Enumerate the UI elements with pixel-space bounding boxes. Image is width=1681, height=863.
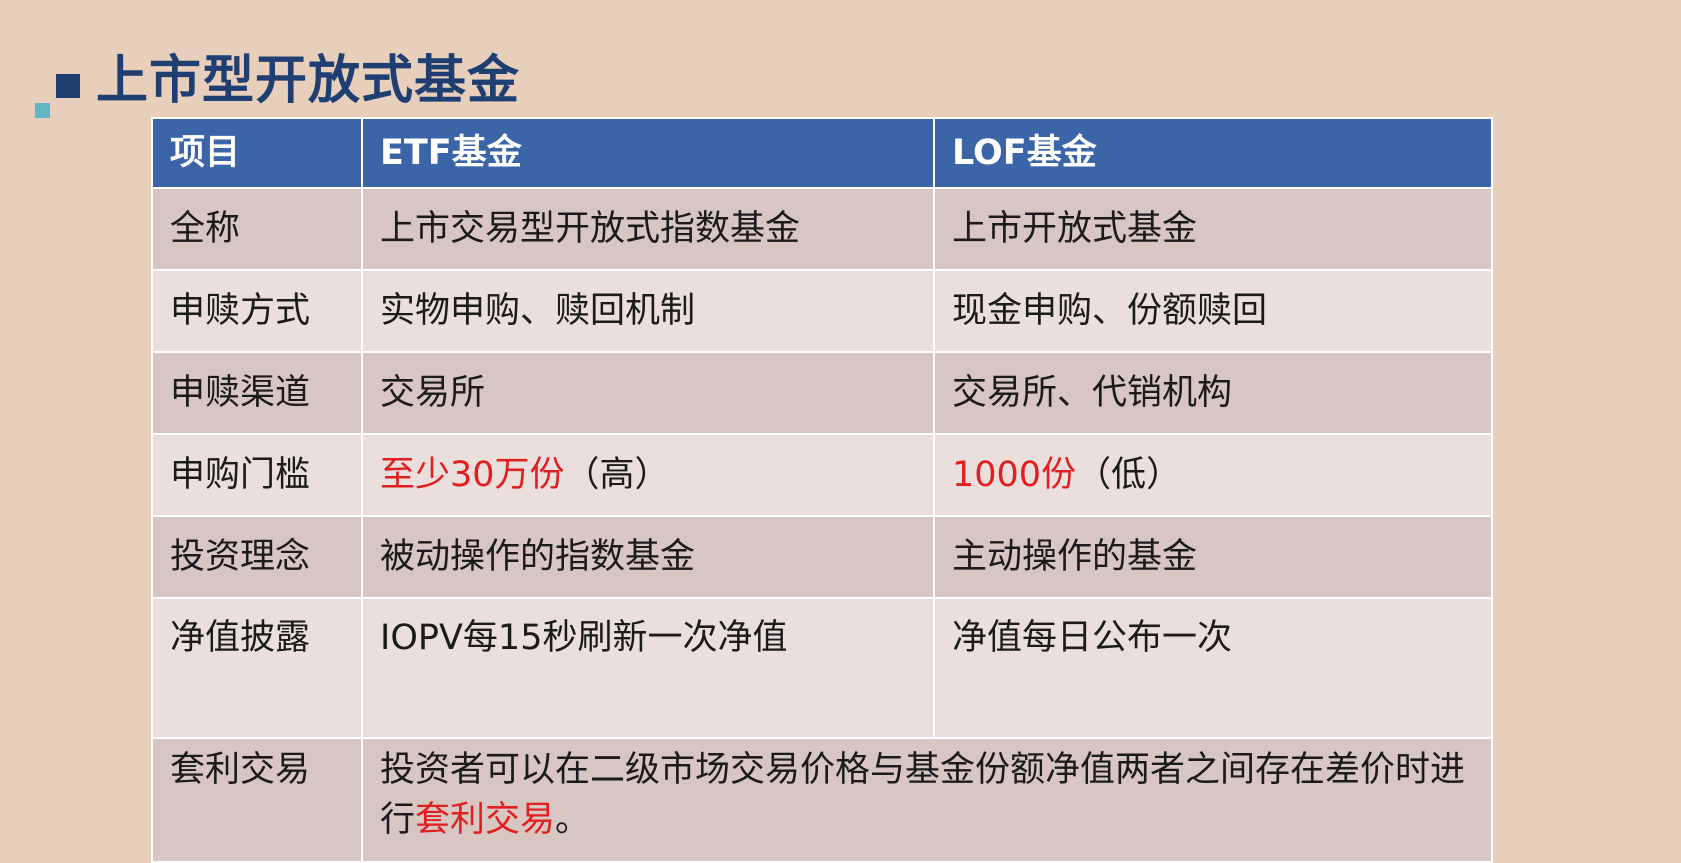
- lof-cell: 主动操作的基金: [933, 515, 1493, 599]
- table-row: 全称 上市交易型开放式指数基金 上市开放式基金: [151, 187, 1493, 271]
- comparison-table: 项目 ETF基金 LOF基金 全称 上市交易型开放式指数基金 上市开放式基金 申…: [151, 117, 1493, 863]
- lof-cell: 交易所、代销机构: [933, 351, 1493, 435]
- lof-threshold-note: （低）: [1076, 455, 1182, 495]
- table-row: 套利交易 投资者可以在二级市场交易价格与基金份额净值两者之间存在差价时进行套利交…: [151, 737, 1493, 863]
- arbitrage-description: 投资者可以在二级市场交易价格与基金份额净值两者之间存在差价时进行套利交易。: [361, 737, 1493, 863]
- etf-cell: 实物申购、赎回机制: [361, 269, 935, 353]
- lof-cell: 现金申购、份额赎回: [933, 269, 1493, 353]
- etf-cell: 被动操作的指数基金: [361, 515, 935, 599]
- header-item: 项目: [151, 117, 363, 189]
- decorative-square-dark: [56, 74, 80, 98]
- etf-cell: IOPV每15秒刷新一次净值: [361, 597, 935, 739]
- row-label: 套利交易: [151, 737, 363, 863]
- table-row: 净值披露 IOPV每15秒刷新一次净值 净值每日公布一次: [151, 597, 1493, 739]
- lof-cell: 净值每日公布一次: [933, 597, 1493, 739]
- row-label: 净值披露: [151, 597, 363, 739]
- etf-cell: 交易所: [361, 351, 935, 435]
- arbitrage-highlight: 套利交易: [415, 800, 556, 840]
- lof-cell: 上市开放式基金: [933, 187, 1493, 271]
- table-row: 申赎方式 实物申购、赎回机制 现金申购、份额赎回: [151, 269, 1493, 353]
- etf-cell: 至少30万份（高）: [361, 433, 935, 517]
- header-etf: ETF基金: [361, 117, 935, 189]
- lof-cell: 1000份（低）: [933, 433, 1493, 517]
- row-label: 申赎方式: [151, 269, 363, 353]
- row-label: 投资理念: [151, 515, 363, 599]
- row-label: 申购门槛: [151, 433, 363, 517]
- header-lof: LOF基金: [933, 117, 1493, 189]
- lof-threshold-highlight: 1000份: [952, 455, 1077, 495]
- etf-cell: 上市交易型开放式指数基金: [361, 187, 935, 271]
- table-row: 投资理念 被动操作的指数基金 主动操作的基金: [151, 515, 1493, 599]
- page-title: 上市型开放式基金: [96, 50, 521, 111]
- table-row: 申赎渠道 交易所 交易所、代销机构: [151, 351, 1493, 435]
- etf-threshold-note: （高）: [564, 455, 670, 495]
- decorative-square-light: [35, 103, 50, 118]
- table-row: 申购门槛 至少30万份（高） 1000份（低）: [151, 433, 1493, 517]
- table-header-row: 项目 ETF基金 LOF基金: [151, 117, 1493, 189]
- etf-threshold-highlight: 至少30万份: [380, 455, 565, 495]
- row-label: 申赎渠道: [151, 351, 363, 435]
- row-label: 全称: [151, 187, 363, 271]
- arbitrage-text-end: 。: [555, 800, 591, 840]
